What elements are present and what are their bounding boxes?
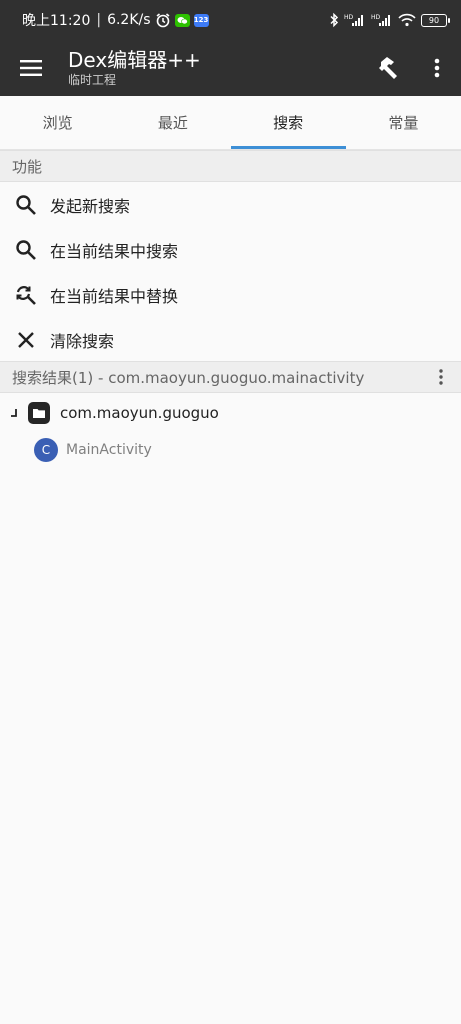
close-icon <box>0 330 50 350</box>
results-more-button[interactable] <box>431 367 451 387</box>
package-name: com.maoyun.guoguo <box>60 404 219 422</box>
wifi-icon <box>398 13 416 27</box>
svg-text:HD: HD <box>344 14 354 21</box>
results-tree: com.maoyun.guoguo C MainActivity <box>0 395 461 469</box>
app-title: Dex编辑器++ <box>68 48 201 72</box>
replace-in-results-label: 在当前结果中替换 <box>50 286 179 306</box>
app-123-icon: 123 <box>193 13 209 27</box>
class-row[interactable]: C MainActivity <box>0 431 461 469</box>
hammer-icon <box>379 57 397 79</box>
more-options-button[interactable] <box>413 40 461 96</box>
functions-list: 发起新搜索 在当前结果中搜索 在当前结果中替换 清除搜索 <box>0 182 461 362</box>
status-bar: 晚上11:20 | 6.2K/s 123 HD HD 90 <box>0 0 461 40</box>
wechat-icon <box>174 13 190 27</box>
folder-icon <box>28 402 50 424</box>
new-search-item[interactable]: 发起新搜索 <box>0 182 461 227</box>
build-button[interactable] <box>365 40 413 96</box>
tab-bar: 浏览 最近 搜索 常量 <box>0 96 461 150</box>
functions-header: 功能 <box>0 150 461 182</box>
more-vert-icon <box>439 369 443 385</box>
replace-icon <box>0 284 50 306</box>
tree-branch-icon <box>0 408 28 418</box>
class-icon: C <box>34 438 58 462</box>
bluetooth-icon <box>329 12 339 28</box>
tab-browse[interactable]: 浏览 <box>0 96 115 149</box>
hd-signal-icon: HD <box>371 13 393 27</box>
replace-in-results-item[interactable]: 在当前结果中替换 <box>0 272 461 317</box>
network-speed: 6.2K/s <box>107 12 151 28</box>
functions-header-label: 功能 <box>12 157 43 176</box>
menu-button[interactable] <box>0 40 62 96</box>
menu-icon <box>20 60 42 76</box>
app-subtitle: 临时工程 <box>68 73 117 87</box>
new-search-label: 发起新搜索 <box>50 196 131 216</box>
search-icon <box>0 239 50 261</box>
more-vert-icon <box>434 58 440 78</box>
package-row[interactable]: com.maoyun.guoguo <box>0 395 461 431</box>
results-header: 搜索结果(1) - com.maoyun.guoguo.mainactivity <box>0 361 461 393</box>
clear-search-label: 清除搜索 <box>50 331 115 351</box>
status-separator: | <box>96 12 102 28</box>
search-icon <box>0 194 50 216</box>
svg-text:HD: HD <box>371 14 381 21</box>
search-in-results-item[interactable]: 在当前结果中搜索 <box>0 227 461 272</box>
results-header-label: 搜索结果(1) - com.maoyun.guoguo.mainactivity <box>12 368 365 387</box>
app-bar: Dex编辑器++ 临时工程 <box>0 40 461 96</box>
battery-icon: 90 <box>421 13 450 27</box>
hd-signal-icon: HD <box>344 13 366 27</box>
tab-constants[interactable]: 常量 <box>346 96 461 149</box>
status-time: 晚上11:20 <box>22 13 91 29</box>
search-in-results-label: 在当前结果中搜索 <box>50 241 179 261</box>
tab-search[interactable]: 搜索 <box>230 96 347 149</box>
tab-recent[interactable]: 最近 <box>115 96 230 149</box>
alarm-icon <box>155 12 171 28</box>
clear-search-item[interactable]: 清除搜索 <box>0 317 461 362</box>
class-name: MainActivity <box>66 442 152 458</box>
